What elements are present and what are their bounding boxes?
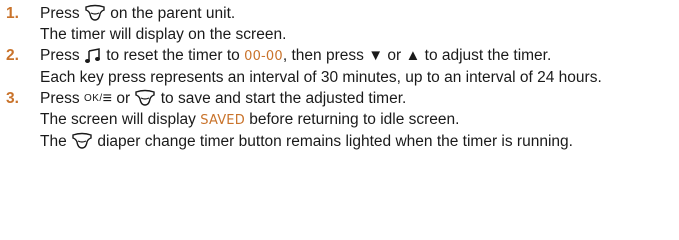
step-3: 3. Press OK/≡ or to save and start the a… (0, 88, 679, 152)
reset-value: 00-00 (244, 49, 283, 64)
ok-key-label: OK/ (83, 93, 103, 104)
diaper-timer-icon (134, 89, 156, 107)
down-arrow-icon: ▼ (368, 47, 384, 64)
step-2: 2. Press to reset the timer to 00-00, th… (0, 45, 679, 88)
step-instruction: Press OK/≡ or to save and start the adju… (40, 89, 407, 107)
step-result: The screen will display SAVED before ret… (40, 111, 460, 128)
diaper-timer-icon (84, 4, 106, 22)
step-instruction: Press to reset the timer to 00-00, then … (40, 47, 552, 64)
step-1: 1. Press on the parent unit. The timer w… (0, 3, 679, 45)
step-number: 2. (6, 47, 19, 64)
step-number: 1. (6, 5, 19, 22)
diaper-timer-icon (71, 132, 93, 150)
step-note: The diaper change timer button remains l… (40, 132, 573, 150)
step-instruction: Press on the parent unit. (40, 4, 236, 22)
instruction-steps: 1. Press on the parent unit. The timer w… (0, 3, 679, 152)
menu-icon: ≡ (102, 90, 113, 107)
step-note: Each key press represents an interval of… (40, 69, 602, 86)
music-note-icon (84, 48, 102, 64)
up-arrow-icon: ▲ (405, 47, 421, 64)
step-result: The timer will display on the screen. (40, 26, 287, 43)
step-number: 3. (6, 90, 19, 107)
saved-display-text: SAVED (200, 113, 245, 128)
